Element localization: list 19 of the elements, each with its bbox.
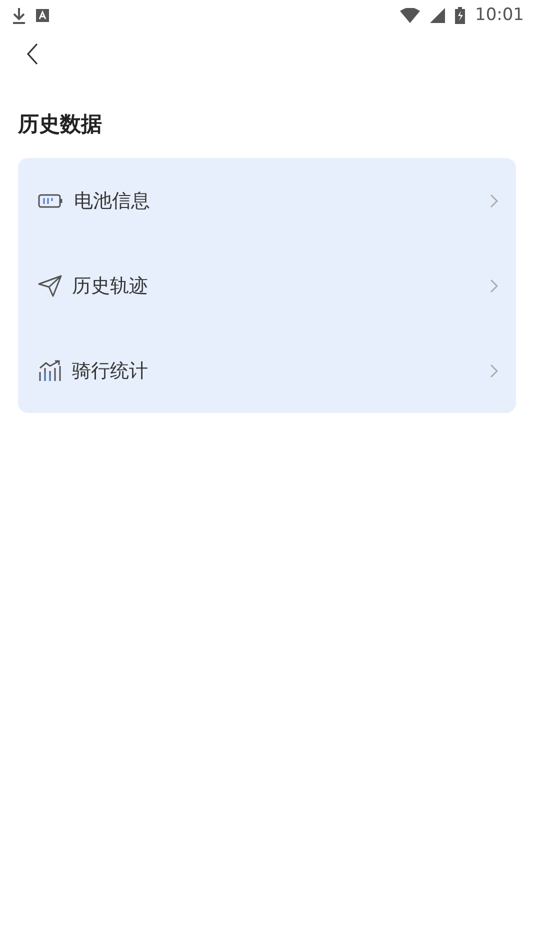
battery-icon [38,192,64,208]
menu-label: 骑行统计 [72,358,149,384]
chevron-icon [490,278,498,292]
download-icon [12,6,26,24]
menu-item[interactable]: 电池信息 [18,158,516,243]
menu-item[interactable]: 历史轨迹 [18,243,516,328]
page-title: 历史数据 [18,111,102,138]
menu-label: 电池信息 [74,188,151,214]
battery-charging-icon [455,6,465,24]
paper-plane-icon [38,274,62,296]
menu-item[interactable]: 骑行统计 [18,328,516,413]
signal-icon [430,8,445,22]
notification-icon [36,8,49,22]
status-time: 10:01 [475,5,524,25]
wifi-icon [400,8,420,22]
chevron-icon [490,364,498,378]
menu-label: 历史轨迹 [72,274,149,298]
chart-icon [38,360,62,382]
chevron-icon [490,194,498,208]
